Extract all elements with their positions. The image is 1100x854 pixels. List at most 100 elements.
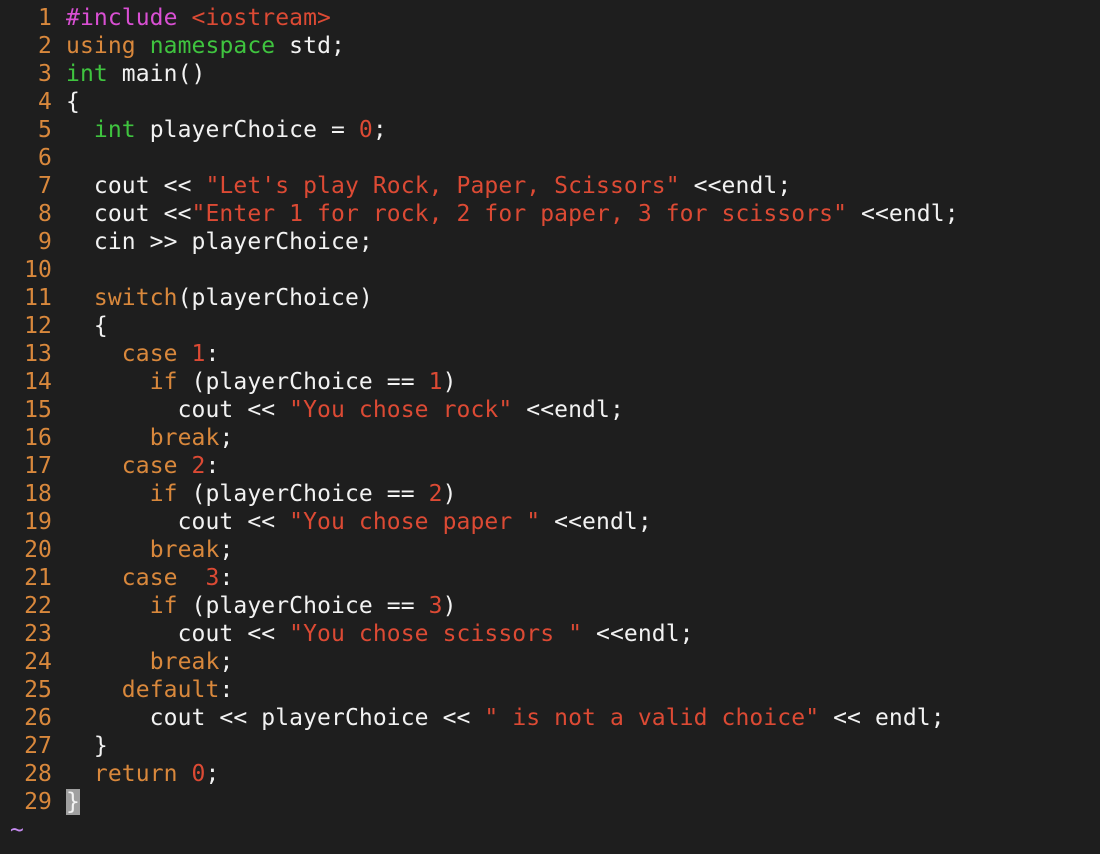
code-line[interactable]: 9 cin >> playerChoice; (10, 228, 959, 256)
code-token-plain: ) (442, 481, 457, 507)
code-token-plain: main() (107, 61, 206, 87)
code-token-kw: switch (93, 285, 178, 311)
code-line[interactable]: 28 return 0; (10, 760, 959, 788)
line-number: 18 (24, 481, 52, 507)
code-token-kw: if (149, 369, 178, 395)
code-token-plain: : (205, 341, 220, 367)
empty-line-marker: ~ (10, 817, 24, 843)
code-token-plain: <<endl; (540, 509, 652, 535)
code-line[interactable]: 4{ (10, 88, 959, 116)
code-token-kw: case (121, 453, 178, 479)
code-token-kw: break (149, 649, 220, 675)
code-token-kw: if (149, 593, 178, 619)
code-line[interactable]: 10 (10, 256, 959, 284)
code-line[interactable]: 29} (10, 788, 959, 816)
code-line[interactable]: 16 break; (10, 424, 959, 452)
code-token-plain: : (205, 453, 220, 479)
code-line[interactable]: 1 #include <iostream> (10, 4, 959, 32)
code-token-pre: #include (66, 5, 178, 31)
code-line[interactable]: 12 { (10, 312, 959, 340)
code-token-num: 0 (191, 761, 206, 787)
code-line[interactable]: 13 case 1: (10, 340, 959, 368)
code-line[interactable]: 5 int playerChoice = 0; (10, 116, 959, 144)
code-line[interactable]: 11 switch(playerChoice) (10, 284, 959, 312)
code-token-str: "You chose paper " (289, 509, 541, 535)
code-token-plain: cout << (66, 173, 206, 199)
line-number: 5 (38, 117, 52, 143)
code-line[interactable]: 23 cout << "You chose scissors " <<endl; (10, 620, 959, 648)
code-token-type: int (93, 117, 136, 143)
code-line[interactable]: 24 break; (10, 648, 959, 676)
code-line[interactable]: 14 if (playerChoice == 1) (10, 368, 959, 396)
code-token-plain: cout << (66, 201, 192, 227)
line-number: 2 (38, 33, 52, 59)
code-token-plain: <<endl; (679, 173, 792, 199)
code-line[interactable]: 2 using namespace std; (10, 32, 959, 60)
code-line[interactable]: 18 if (playerChoice == 2) (10, 480, 959, 508)
code-token-plain: << endl; (819, 705, 945, 731)
code-token-num: 3 (205, 565, 220, 591)
line-number: 3 (38, 61, 52, 87)
code-token-plain: (playerChoice == (177, 481, 429, 507)
line-number: 8 (38, 201, 52, 227)
code-line[interactable]: 3 int main() (10, 60, 959, 88)
code-token-plain: cout << playerChoice << (66, 705, 485, 731)
line-number: 16 (24, 425, 52, 451)
line-number: 6 (38, 145, 52, 171)
line-number: 9 (38, 229, 52, 255)
code-line[interactable]: 25 default: (10, 676, 959, 704)
code-line[interactable]: 8 cout <<"Enter 1 for rock, 2 for paper,… (10, 200, 959, 228)
code-token-plain: ; (372, 117, 387, 143)
code-line[interactable]: 17 case 2: (10, 452, 959, 480)
code-line[interactable]: 26 cout << playerChoice << " is not a va… (10, 704, 959, 732)
line-number: 4 (38, 89, 52, 115)
code-token-plain: cout << (66, 621, 290, 647)
code-token-plain: <<endl; (512, 397, 624, 423)
code-token-plain: cin >> playerChoice; (66, 229, 373, 255)
code-token-num: 2 (191, 453, 206, 479)
code-token-plain: std; (275, 33, 345, 59)
line-number: 7 (38, 173, 52, 199)
code-line[interactable]: 20 break; (10, 536, 959, 564)
code-line[interactable]: 6 (10, 144, 959, 172)
line-number: 28 (24, 761, 52, 787)
code-token-plain: { (66, 89, 80, 115)
code-line[interactable]: 27 } (10, 732, 959, 760)
code-token-plain: ) (442, 369, 457, 395)
code-token-type: int (66, 61, 108, 87)
code-token-plain: cout << (66, 397, 290, 423)
code-line[interactable]: 22 if (playerChoice == 3) (10, 592, 959, 620)
code-token-plain: ; (219, 425, 234, 451)
code-token-num: 0 (358, 117, 373, 143)
line-number: 15 (24, 397, 52, 423)
code-line[interactable]: 19 cout << "You chose paper " <<endl; (10, 508, 959, 536)
code-token-type: namespace (149, 33, 276, 59)
code-editor[interactable]: 1 #include <iostream> 2 using namespace std… (10, 4, 959, 816)
code-token-str: "You chose scissors " (289, 621, 583, 647)
code-token-kw: break (149, 425, 220, 451)
code-token-plain: (playerChoice == (177, 369, 429, 395)
code-token-plain: (playerChoice == (177, 593, 429, 619)
code-line[interactable]: 15 cout << "You chose rock" <<endl; (10, 396, 959, 424)
code-line[interactable]: 7 cout << "Let's play Rock, Paper, Sciss… (10, 172, 959, 200)
code-token-str: " is not a valid choice" (484, 705, 820, 731)
code-line[interactable]: 21 case 3: (10, 564, 959, 592)
line-number: 27 (24, 733, 52, 759)
code-token-num: 3 (428, 593, 443, 619)
code-token-kw: default (121, 677, 220, 703)
line-number: 17 (24, 453, 52, 479)
code-token-kw: case (121, 565, 178, 591)
code-token-str: <iostream> (191, 5, 332, 31)
